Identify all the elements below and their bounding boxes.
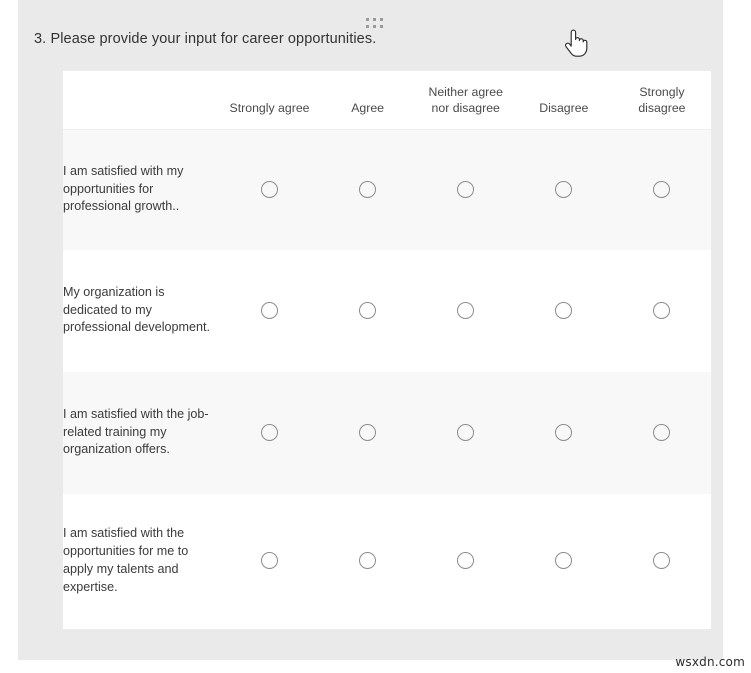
table-row: I am satisfied with my opportunities for…: [63, 129, 711, 250]
form-canvas: 3. Please provide your input for career …: [18, 0, 723, 660]
drag-dot: [373, 25, 376, 28]
drag-dot: [373, 18, 376, 21]
likert-matrix-table: Strongly agree Agree Neither agree nor d…: [63, 71, 711, 629]
matrix-question-card: Strongly agree Agree Neither agree nor d…: [62, 70, 712, 630]
matrix-cell[interactable]: [318, 371, 417, 494]
radio-unselected-icon[interactable]: [555, 423, 573, 441]
matrix-header-row: Strongly agree Agree Neither agree nor d…: [63, 71, 711, 130]
column-header-agree: Agree: [318, 71, 417, 130]
matrix-cell[interactable]: [612, 493, 711, 629]
radio-unselected-icon[interactable]: [359, 423, 377, 441]
radio-unselected-icon[interactable]: [261, 423, 279, 441]
matrix-cell[interactable]: [416, 493, 515, 629]
radio-unselected-icon[interactable]: [359, 301, 377, 319]
matrix-cell[interactable]: [416, 249, 515, 372]
column-header-strongly-agree: Strongly agree: [220, 71, 319, 130]
matrix-cell[interactable]: [514, 493, 613, 629]
radio-unselected-icon[interactable]: [457, 180, 475, 198]
column-header-disagree: Disagree: [514, 71, 613, 130]
drag-dot: [380, 18, 383, 21]
radio-unselected-icon[interactable]: [555, 301, 573, 319]
row-label: My organization is dedicated to my profe…: [63, 249, 221, 372]
question-text: Please provide your input for career opp…: [50, 31, 377, 47]
matrix-body: I am satisfied with my opportunities for…: [63, 129, 711, 629]
row-label: I am satisfied with the opportunities fo…: [63, 493, 221, 629]
matrix-cell[interactable]: [514, 129, 613, 250]
watermark: wsxdn.com: [675, 655, 745, 669]
row-label: I am satisfied with the job-related trai…: [63, 371, 221, 494]
drag-dot: [366, 25, 369, 28]
radio-unselected-icon[interactable]: [555, 180, 573, 198]
radio-unselected-icon[interactable]: [359, 552, 377, 570]
matrix-cell[interactable]: [220, 129, 319, 250]
radio-unselected-icon[interactable]: [261, 301, 279, 319]
matrix-cell[interactable]: [416, 371, 515, 494]
matrix-cell[interactable]: [318, 129, 417, 250]
row-label: I am satisfied with my opportunities for…: [63, 129, 221, 250]
radio-unselected-icon[interactable]: [555, 552, 573, 570]
matrix-cell[interactable]: [220, 371, 319, 494]
column-header-strongly-disagree: Strongly disagree: [612, 71, 711, 130]
radio-unselected-icon[interactable]: [457, 301, 475, 319]
radio-unselected-icon[interactable]: [653, 180, 671, 198]
drag-dot: [380, 25, 383, 28]
matrix-header: Strongly agree Agree Neither agree nor d…: [63, 71, 711, 130]
drag-dots-icon[interactable]: [366, 18, 388, 32]
question-title: 3. Please provide your input for career …: [34, 31, 376, 47]
matrix-corner-cell: [63, 71, 221, 130]
radio-unselected-icon[interactable]: [653, 423, 671, 441]
radio-unselected-icon[interactable]: [261, 180, 279, 198]
matrix-cell[interactable]: [220, 493, 319, 629]
question-number: 3.: [34, 31, 47, 47]
radio-unselected-icon[interactable]: [457, 423, 475, 441]
matrix-cell[interactable]: [416, 129, 515, 250]
radio-unselected-icon[interactable]: [261, 552, 279, 570]
column-header-neither: Neither agree nor disagree: [416, 71, 515, 130]
radio-unselected-icon[interactable]: [457, 552, 475, 570]
matrix-cell[interactable]: [318, 493, 417, 629]
radio-unselected-icon[interactable]: [653, 301, 671, 319]
matrix-cell[interactable]: [514, 371, 613, 494]
matrix-cell[interactable]: [612, 371, 711, 494]
table-row: I am satisfied with the opportunities fo…: [63, 493, 711, 629]
matrix-cell[interactable]: [318, 249, 417, 372]
radio-unselected-icon[interactable]: [359, 180, 377, 198]
matrix-cell[interactable]: [612, 249, 711, 372]
table-row: My organization is dedicated to my profe…: [63, 249, 711, 372]
radio-unselected-icon[interactable]: [653, 552, 671, 570]
matrix-cell[interactable]: [220, 249, 319, 372]
matrix-cell[interactable]: [514, 249, 613, 372]
table-row: I am satisfied with the job-related trai…: [63, 371, 711, 494]
matrix-cell[interactable]: [612, 129, 711, 250]
drag-dot: [366, 18, 369, 21]
